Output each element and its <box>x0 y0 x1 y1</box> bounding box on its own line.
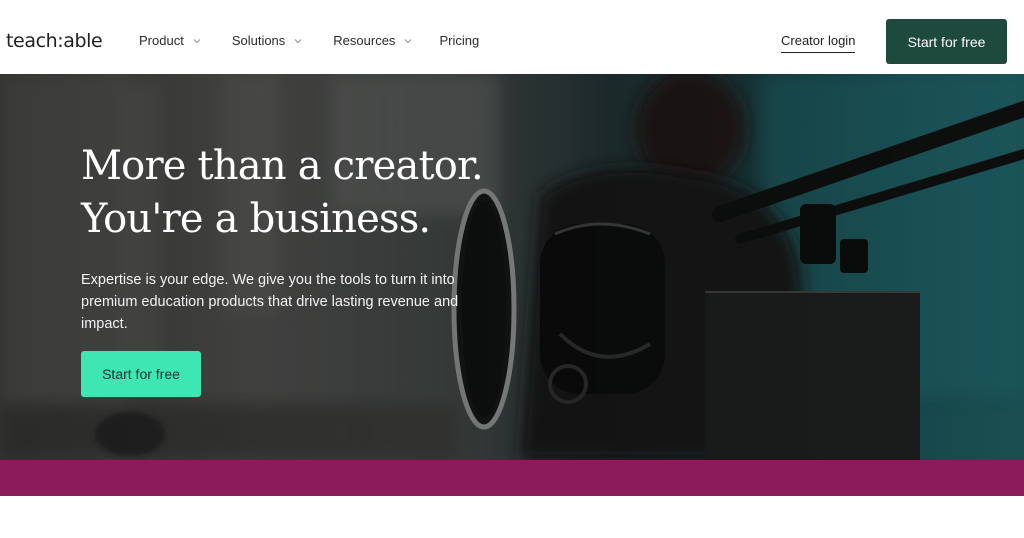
start-for-free-button[interactable]: Start for free <box>886 19 1007 64</box>
main-nav: Product Solutions Resources Pricing <box>139 32 509 50</box>
nav-item-label: Solutions <box>231 33 286 48</box>
nav-item-label: Product <box>139 33 184 48</box>
hero-headline-line1: More than a creator. <box>81 143 484 189</box>
site-header: teach:able Product Solutions Resources P… <box>0 0 1024 74</box>
chevron-down-icon <box>405 39 412 44</box>
nav-item-label: Pricing <box>439 33 480 48</box>
promo-band <box>0 460 1024 496</box>
creator-login-link[interactable]: Creator login <box>781 32 856 53</box>
nav-item-product[interactable]: Product <box>139 32 202 50</box>
hero-headline-line2: You're a business. <box>81 196 431 242</box>
chevron-down-icon <box>193 39 201 44</box>
hero-headline: More than a creator. You're a business. <box>81 140 484 246</box>
teachable-logo[interactable]: teach:able <box>6 30 103 52</box>
chevron-down-icon <box>294 39 302 44</box>
hero-subtext: Expertise is your edge. We give you the … <box>81 272 459 332</box>
nav-item-resources[interactable]: Resources <box>333 32 413 50</box>
hero-background-photo <box>0 74 1024 460</box>
nav-item-pricing[interactable]: Pricing <box>439 32 479 50</box>
nav-item-label: Resources <box>333 33 396 48</box>
hero-start-for-free-button[interactable]: Start for free <box>81 351 201 397</box>
hero-section: More than a creator. You're a business. … <box>0 74 1024 460</box>
nav-item-solutions[interactable]: Solutions <box>232 32 303 50</box>
